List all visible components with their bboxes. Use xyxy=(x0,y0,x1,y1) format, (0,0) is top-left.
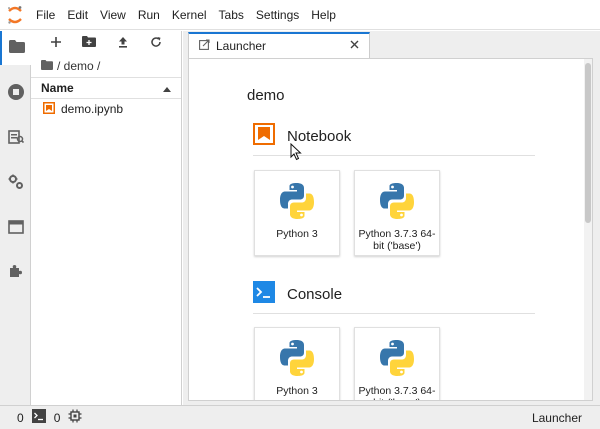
property-inspector-tab[interactable] xyxy=(0,166,31,200)
refresh-button[interactable] xyxy=(146,33,166,53)
new-folder-icon xyxy=(82,36,97,50)
new-folder-button[interactable] xyxy=(79,33,99,53)
scrollbar-thumb[interactable] xyxy=(585,63,591,223)
new-launcher-button[interactable] xyxy=(46,33,66,53)
menu-tabs[interactable]: Tabs xyxy=(213,0,250,30)
menubar: File Edit View Run Kernel Tabs Settings … xyxy=(0,0,600,30)
upload-button[interactable] xyxy=(113,33,133,53)
python-logo-icon xyxy=(277,338,317,381)
menu-run[interactable]: Run xyxy=(132,0,166,30)
status-terminals[interactable]: 0 xyxy=(17,406,46,429)
extension-manager-tab[interactable] xyxy=(0,255,31,289)
console-section-divider xyxy=(253,313,535,314)
new-launcher-plus-icon xyxy=(50,36,62,51)
notebook-icon xyxy=(43,101,55,117)
menu-file[interactable]: File xyxy=(30,0,61,30)
mouse-pointer-icon xyxy=(290,142,302,164)
menu-settings[interactable]: Settings xyxy=(250,0,305,30)
console-section-header: Console xyxy=(253,281,342,307)
menu-help[interactable]: Help xyxy=(305,0,342,30)
close-icon xyxy=(350,38,359,52)
kernel-chip-icon xyxy=(68,409,82,426)
terminal-icon xyxy=(31,409,46,426)
console-python373-card[interactable]: Python 3.7.3 64-bit ('base') xyxy=(354,327,440,400)
file-browser-tab[interactable] xyxy=(0,31,31,65)
card-label: Python 3 xyxy=(276,228,318,240)
menu-kernel[interactable]: Kernel xyxy=(166,0,213,30)
jupyter-logo-icon xyxy=(0,0,30,30)
menu-edit[interactable]: Edit xyxy=(61,0,94,30)
file-browser-toolbar xyxy=(31,31,181,55)
running-sessions-tab[interactable] xyxy=(0,76,31,110)
status-bar: 0 0 Launcher xyxy=(0,405,600,429)
notebook-python3-card[interactable]: Python 3 xyxy=(254,170,340,256)
breadcrumb: / demo / xyxy=(31,55,181,77)
python-logo-icon xyxy=(377,338,417,381)
commands-palette-icon xyxy=(7,129,24,148)
main-menu: File Edit View Run Kernel Tabs Settings … xyxy=(30,0,342,30)
terminals-count: 0 xyxy=(17,410,24,425)
tab-bar: Launcher xyxy=(183,31,600,58)
menu-view[interactable]: View xyxy=(94,0,132,30)
column-header-name[interactable]: Name xyxy=(41,81,74,95)
extension-puzzle-icon xyxy=(8,263,24,282)
breadcrumb-home-folder-icon[interactable] xyxy=(41,59,53,73)
notebook-section-header: Notebook xyxy=(253,123,351,149)
file-browser-panel: / demo / Name demo.ipynb xyxy=(31,31,182,405)
console-python3-card[interactable]: Python 3 xyxy=(254,327,340,400)
notebook-python373-card[interactable]: Python 3.7.3 64-bit ('base') xyxy=(354,170,440,256)
refresh-icon xyxy=(150,36,162,51)
file-list-header[interactable]: Name xyxy=(31,77,181,99)
property-inspector-icon xyxy=(8,174,24,193)
status-current-activity: Launcher xyxy=(531,411,582,425)
tab-launcher[interactable]: Launcher xyxy=(188,32,370,58)
breadcrumb-path[interactable]: / demo / xyxy=(57,59,100,73)
console-prompt-icon xyxy=(253,281,275,307)
command-palette-tab[interactable] xyxy=(0,121,31,155)
launcher-scrollbar[interactable] xyxy=(584,59,592,400)
launcher-cwd-title: demo xyxy=(247,87,285,104)
folder-icon xyxy=(8,40,25,56)
launcher-panel: demo Notebook Python 3 Python 3.7.3 64-b… xyxy=(188,58,593,401)
file-list-item[interactable]: demo.ipynb xyxy=(31,99,181,119)
sort-caret-up-icon[interactable] xyxy=(163,81,171,95)
upload-icon xyxy=(117,36,129,51)
card-label: Python 3 xyxy=(276,385,318,397)
tab-label: Launcher xyxy=(216,39,267,53)
card-label: Python 3.7.3 64-bit ('base') xyxy=(358,385,436,400)
notebook-section-title: Notebook xyxy=(287,127,352,145)
notebook-bookmark-icon xyxy=(253,123,275,149)
left-activity-bar xyxy=(0,31,31,405)
kernels-count: 0 xyxy=(53,410,61,425)
file-name: demo.ipynb xyxy=(61,102,124,116)
python-logo-icon xyxy=(377,181,417,224)
open-tabs-tab[interactable] xyxy=(0,211,31,245)
launcher-tab-icon xyxy=(199,39,210,53)
status-kernels[interactable]: 0 xyxy=(54,406,83,429)
running-stop-icon xyxy=(7,83,24,103)
python-logo-icon xyxy=(277,181,317,224)
main-dock-area: Launcher demo Notebook Python 3 Python 3… xyxy=(183,31,600,405)
tabs-icon xyxy=(7,219,24,237)
console-section-title: Console xyxy=(287,285,343,303)
tab-close-button[interactable] xyxy=(347,38,361,52)
card-label: Python 3.7.3 64-bit ('base') xyxy=(358,228,436,252)
